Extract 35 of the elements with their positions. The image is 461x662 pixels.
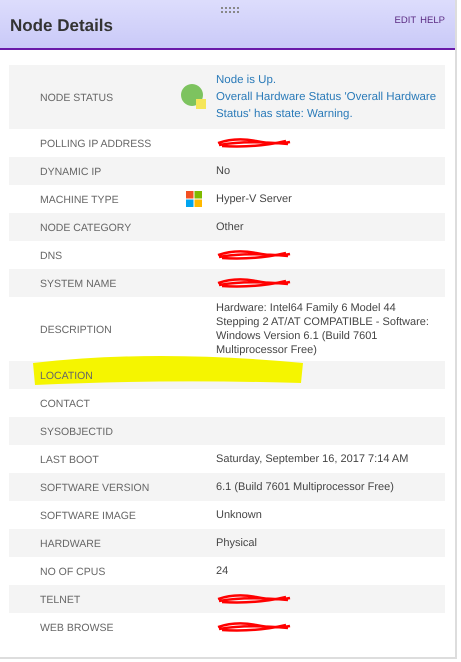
field-value: Other — [216, 220, 245, 234]
field-value: 6.1 (Build 7601 Multiprocessor Free) — [216, 480, 395, 494]
field-label: LAST BOOT — [40, 454, 99, 466]
field-value: Hardware: Intel64 Family 6 Model 44 Stepping 2 AT/AT COMPATIBLE - Software: Windows Version 6.1 (Build 7601 Multiprocessor Free) — [216, 301, 430, 357]
windows-icon — [186, 191, 202, 207]
field-value: Physical — [216, 536, 258, 550]
field-label: POLLING IP ADDRESS — [40, 138, 152, 150]
field-label: DYNAMIC IP — [40, 166, 102, 178]
field-label: MACHINE TYPE — [40, 194, 119, 206]
field-label: NODE CATEGORY — [40, 222, 132, 234]
field-label: SYSTEM NAME — [40, 278, 116, 290]
header-link[interactable]: HELP — [420, 15, 445, 26]
field-label: LOCATION — [40, 370, 93, 382]
field-value: 24 — [216, 564, 230, 578]
field-label: HARDWARE — [40, 538, 101, 550]
field-value: No — [216, 164, 232, 178]
field-value: Saturday, September 16, 2017 7:14 AM — [216, 452, 410, 466]
field-label: DNS — [40, 250, 62, 262]
field-label: WEB BROWSE — [40, 622, 114, 634]
status-icon — [180, 84, 206, 110]
field-label: NODE STATUS — [40, 92, 114, 104]
field-value: Unknown — [216, 508, 263, 522]
field-label: SYSOBJECTID — [40, 426, 113, 438]
field-value: Hyper-V Server — [216, 192, 293, 206]
field-label: SOFTWARE IMAGE — [40, 510, 136, 522]
header-link[interactable]: EDIT — [394, 15, 416, 26]
field-label: TELNET — [40, 594, 80, 606]
field-label: NO OF CPUS — [40, 566, 106, 578]
drag-handle-icon[interactable] — [221, 7, 239, 13]
status-link[interactable]: Overall Hardware Status 'Overall Hardware Status' has state: Warning. — [216, 88, 439, 122]
panel-title: Node Details — [10, 16, 113, 36]
field-label: CONTACT — [40, 398, 90, 410]
status-link[interactable]: Node is Up. — [216, 72, 439, 88]
field-label: DESCRIPTION — [40, 324, 112, 336]
field-label: SOFTWARE VERSION — [40, 482, 150, 494]
